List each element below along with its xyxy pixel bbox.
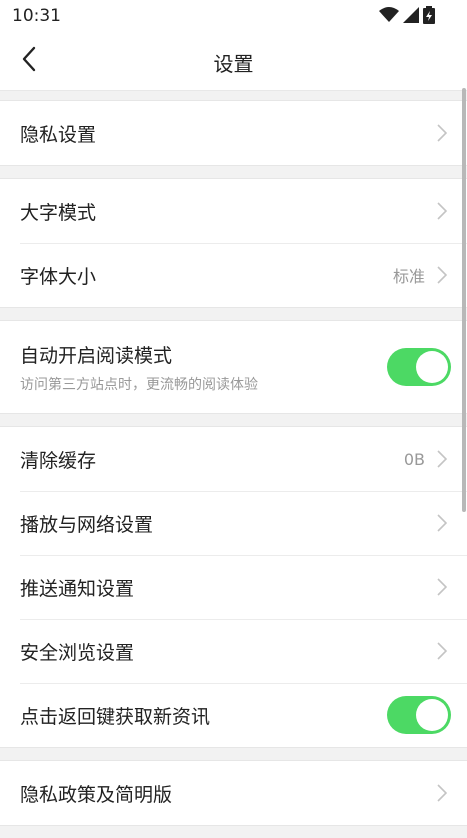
row-label: 字体大小 xyxy=(20,265,97,288)
row-label: 清除缓存 xyxy=(20,449,97,472)
row-label: 播放与网络设置 xyxy=(20,513,154,536)
chevron-right-icon xyxy=(437,784,451,802)
row-right xyxy=(437,619,451,683)
row-right xyxy=(387,683,451,747)
wifi-icon xyxy=(379,7,399,27)
row-right: 标准 xyxy=(393,243,451,307)
row-right xyxy=(437,179,451,243)
auto-reading-mode-toggle[interactable] xyxy=(387,348,451,386)
privacy-policy-item[interactable]: 隐私政策及简明版 xyxy=(0,761,467,825)
back-key-refresh-toggle[interactable] xyxy=(387,696,451,734)
row-right xyxy=(437,491,451,555)
settings-group-display: 大字模式 字体大小 标准 xyxy=(0,178,467,308)
row-label: 推送通知设置 xyxy=(20,577,135,600)
chevron-right-icon xyxy=(437,642,451,660)
nav-bar: 设置 xyxy=(0,32,467,91)
settings-group-privacy: 隐私设置 xyxy=(0,100,467,166)
chevron-right-icon xyxy=(437,266,451,284)
large-text-mode-item[interactable]: 大字模式 xyxy=(0,179,467,243)
toggle-knob xyxy=(416,351,448,383)
chevron-right-icon xyxy=(437,450,451,468)
row-label: 自动开启阅读模式 xyxy=(20,344,173,367)
status-bar: 10:31 xyxy=(0,0,467,32)
privacy-settings-item[interactable]: 隐私设置 xyxy=(0,101,467,165)
chevron-right-icon xyxy=(437,578,451,596)
chevron-right-icon xyxy=(437,124,451,142)
row-right xyxy=(387,321,451,413)
settings-group-general: 清除缓存 0B 播放与网络设置 推送通知设置 安全浏览设置 点击返回键获取新资讯 xyxy=(0,426,467,748)
cache-size-value: 0B xyxy=(403,449,425,469)
page-title: 设置 xyxy=(213,52,254,76)
signal-icon xyxy=(403,7,419,27)
row-label: 隐私设置 xyxy=(20,123,97,146)
scrollbar[interactable] xyxy=(462,88,466,512)
row-label: 隐私政策及简明版 xyxy=(20,783,173,806)
row-label: 大字模式 xyxy=(20,201,97,224)
settings-group-reading: 自动开启阅读模式 访问第三方站点时，更流畅的阅读体验 xyxy=(0,320,467,414)
back-key-refresh-item: 点击返回键获取新资讯 xyxy=(0,683,467,747)
status-icons xyxy=(379,6,435,28)
clear-cache-item[interactable]: 清除缓存 0B xyxy=(0,427,467,491)
row-label: 点击返回键获取新资讯 xyxy=(20,705,211,728)
font-size-item[interactable]: 字体大小 标准 xyxy=(0,243,467,307)
safe-browsing-settings-item[interactable]: 安全浏览设置 xyxy=(0,619,467,683)
row-right xyxy=(437,761,451,825)
battery-icon xyxy=(423,6,435,28)
toggle-knob xyxy=(416,699,448,731)
settings-list: 隐私设置 大字模式 字体大小 标准 自动开启阅读模式 访问第三方站点时，更流畅的… xyxy=(0,100,467,838)
status-time: 10:31 xyxy=(12,6,61,26)
chevron-right-icon xyxy=(437,202,451,220)
row-right xyxy=(437,555,451,619)
auto-reading-mode-item: 自动开启阅读模式 访问第三方站点时，更流畅的阅读体验 xyxy=(0,321,467,413)
settings-group-policy: 隐私政策及简明版 xyxy=(0,760,467,826)
playback-network-settings-item[interactable]: 播放与网络设置 xyxy=(0,491,467,555)
font-size-value: 标准 xyxy=(392,267,425,286)
row-right xyxy=(437,101,451,165)
row-label: 安全浏览设置 xyxy=(20,641,135,664)
row-subtitle: 访问第三方站点时，更流畅的阅读体验 xyxy=(20,376,258,393)
chevron-right-icon xyxy=(437,514,451,532)
push-notification-settings-item[interactable]: 推送通知设置 xyxy=(0,555,467,619)
row-right: 0B xyxy=(404,427,451,491)
